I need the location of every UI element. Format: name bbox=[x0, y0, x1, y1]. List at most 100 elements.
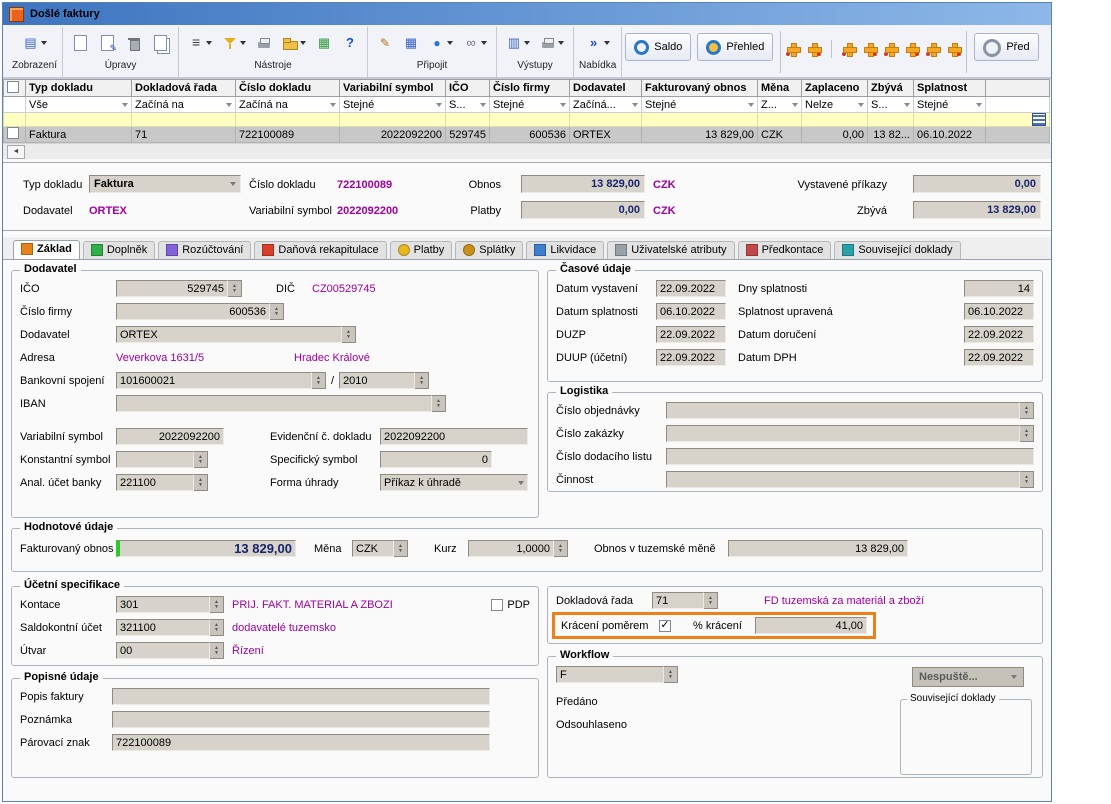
grid-header[interactable]: Fakturovaný obnos bbox=[642, 80, 758, 97]
spinner-icon[interactable] bbox=[210, 619, 224, 636]
splatnost-upravena-field[interactable]: 06.10.2022 bbox=[964, 303, 1034, 320]
popis-faktury-field[interactable] bbox=[112, 688, 490, 705]
export-button[interactable] bbox=[502, 32, 534, 54]
filter-combo[interactable]: S... bbox=[868, 97, 914, 113]
search-cell[interactable] bbox=[570, 113, 642, 127]
cell-zaplaceno[interactable]: 0,00 bbox=[802, 127, 868, 143]
view-mode-button[interactable] bbox=[19, 32, 51, 54]
tab-likvidace[interactable]: Likvidace bbox=[526, 241, 604, 259]
nav-cross-3-icon[interactable] bbox=[841, 41, 857, 57]
pdp-checkbox[interactable] bbox=[491, 599, 503, 611]
row-select-cell[interactable] bbox=[4, 127, 26, 143]
search-cell[interactable] bbox=[132, 113, 236, 127]
attach-link-button[interactable] bbox=[425, 32, 457, 54]
attach-note-button[interactable] bbox=[373, 32, 397, 54]
nespusteno-button[interactable]: Nespuště... bbox=[912, 667, 1024, 687]
filter-combo[interactable]: Začíná... bbox=[570, 97, 642, 113]
search-cell[interactable] bbox=[986, 113, 1050, 127]
filter-combo[interactable]: Stejné bbox=[914, 97, 986, 113]
procento-kraceni-field[interactable]: 41,00 bbox=[755, 617, 867, 634]
search-cell[interactable] bbox=[490, 113, 570, 127]
tab-splatky[interactable]: Splátky bbox=[455, 241, 523, 259]
tab-souvisejici-doklady[interactable]: Související doklady bbox=[834, 241, 960, 259]
spinner-icon[interactable] bbox=[342, 326, 356, 343]
konstantni-symbol-field[interactable] bbox=[116, 451, 194, 468]
filter-combo[interactable]: Stejné bbox=[340, 97, 446, 113]
cell-splatnost[interactable]: 06.10.2022 bbox=[914, 127, 986, 143]
spinner-icon[interactable] bbox=[210, 642, 224, 659]
cell-fakturovany-obnos[interactable]: 13 829,00 bbox=[642, 127, 758, 143]
new-record-button[interactable] bbox=[68, 31, 93, 55]
grid-header[interactable]: Typ dokladu bbox=[26, 80, 132, 97]
grid-header[interactable]: Zaplaceno bbox=[802, 80, 868, 97]
cell-cislo-firmy[interactable]: 600536 bbox=[490, 127, 570, 143]
tab-uzivatelske-atributy[interactable]: Uživatelské atributy bbox=[607, 241, 734, 259]
saldo-button[interactable]: Saldo bbox=[625, 33, 691, 61]
cislo-zakazky-field[interactable] bbox=[666, 425, 1020, 442]
filter-combo[interactable]: Začíná na bbox=[132, 97, 236, 113]
evidencni-cislo-field[interactable]: 2022092200 bbox=[380, 428, 528, 445]
grid-header[interactable]: Měna bbox=[758, 80, 802, 97]
cell-dokladova-rada[interactable]: 71 bbox=[132, 127, 236, 143]
cislo-dodaciho-listu-field[interactable] bbox=[666, 448, 1034, 465]
search-cell[interactable] bbox=[446, 113, 490, 127]
grid-select-all-cell[interactable] bbox=[4, 80, 26, 97]
tuzemsky-obnos-field[interactable]: 13 829,00 bbox=[728, 540, 908, 557]
cell-typ-dokladu[interactable]: Faktura bbox=[26, 127, 132, 143]
grid-header[interactable]: Číslo dokladu bbox=[236, 80, 340, 97]
kod-banky-field[interactable]: 2010 bbox=[339, 372, 415, 389]
forma-uhrady-combo[interactable]: Příkaz k úhradě bbox=[380, 474, 528, 491]
cislo-objednavky-field[interactable] bbox=[666, 402, 1020, 419]
dny-splatnosti-field[interactable]: 14 bbox=[964, 280, 1034, 297]
spinner-icon[interactable] bbox=[312, 372, 326, 389]
spinner-icon[interactable] bbox=[270, 303, 284, 320]
filter-button[interactable] bbox=[218, 32, 250, 54]
spinner-icon[interactable] bbox=[1020, 425, 1034, 442]
cell-variabilni-symbol[interactable]: 2022092200 bbox=[340, 127, 446, 143]
spinner-icon[interactable] bbox=[704, 592, 718, 609]
workflow-stav-field[interactable]: F bbox=[556, 666, 664, 683]
search-cell[interactable] bbox=[340, 113, 446, 127]
search-cell[interactable] bbox=[758, 113, 802, 127]
horizontal-scrollbar[interactable] bbox=[3, 143, 1051, 159]
delete-record-button[interactable] bbox=[122, 32, 146, 54]
scroll-left-icon[interactable] bbox=[7, 145, 25, 159]
cell-mena[interactable]: CZK bbox=[758, 127, 802, 143]
select-all-checkbox[interactable] bbox=[7, 81, 19, 93]
prehled-button[interactable]: Přehled bbox=[697, 33, 773, 61]
cell-cislo-dokladu[interactable]: 722100089 bbox=[236, 127, 340, 143]
cislo-firmy-field[interactable]: 600536 bbox=[116, 303, 270, 320]
attach-relation-button[interactable] bbox=[459, 32, 491, 54]
search-cell[interactable] bbox=[642, 113, 758, 127]
pred-button[interactable]: Před bbox=[974, 33, 1038, 61]
ico-field[interactable]: 529745 bbox=[116, 280, 228, 297]
anal-ucet-banky-field[interactable]: 221100 bbox=[116, 474, 194, 491]
spinner-icon[interactable] bbox=[194, 451, 208, 468]
print-output-button[interactable] bbox=[536, 32, 568, 54]
cell-zbyva[interactable]: 13 82... bbox=[868, 127, 914, 143]
nav-cross-7-icon[interactable] bbox=[925, 41, 941, 57]
duzp-field[interactable]: 22.09.2022 bbox=[656, 326, 726, 343]
tab-platby[interactable]: Platby bbox=[390, 241, 453, 259]
filter-combo[interactable]: S... bbox=[446, 97, 490, 113]
search-cell[interactable] bbox=[4, 113, 26, 127]
tab-danova-rekapitulace[interactable]: Daňová rekapitulace bbox=[254, 241, 386, 259]
typ-dokladu-combo[interactable]: Faktura bbox=[89, 175, 241, 193]
row-checkbox[interactable] bbox=[7, 127, 19, 139]
spinner-icon[interactable] bbox=[228, 280, 242, 297]
search-cell[interactable] bbox=[26, 113, 132, 127]
tab-rozuctovani[interactable]: Rozúčtování bbox=[158, 241, 251, 259]
spinner-icon[interactable] bbox=[210, 596, 224, 613]
cinnost-field[interactable] bbox=[666, 471, 1020, 488]
utvar-field[interactable]: 00 bbox=[116, 642, 210, 659]
datum-dph-field[interactable]: 22.09.2022 bbox=[964, 349, 1034, 366]
open-folder-button[interactable] bbox=[278, 32, 310, 54]
filter-combo[interactable]: Začíná na bbox=[236, 97, 340, 113]
nav-cross-4-icon[interactable] bbox=[862, 41, 878, 57]
copy-record-button[interactable] bbox=[148, 31, 173, 55]
spinner-icon[interactable] bbox=[1020, 471, 1034, 488]
datum-splatnosti-field[interactable]: 06.10.2022 bbox=[656, 303, 726, 320]
kontace-field[interactable]: 301 bbox=[116, 596, 210, 613]
tab-zaklad[interactable]: Základ bbox=[13, 240, 80, 259]
specificky-symbol-field[interactable]: 0 bbox=[380, 451, 492, 468]
